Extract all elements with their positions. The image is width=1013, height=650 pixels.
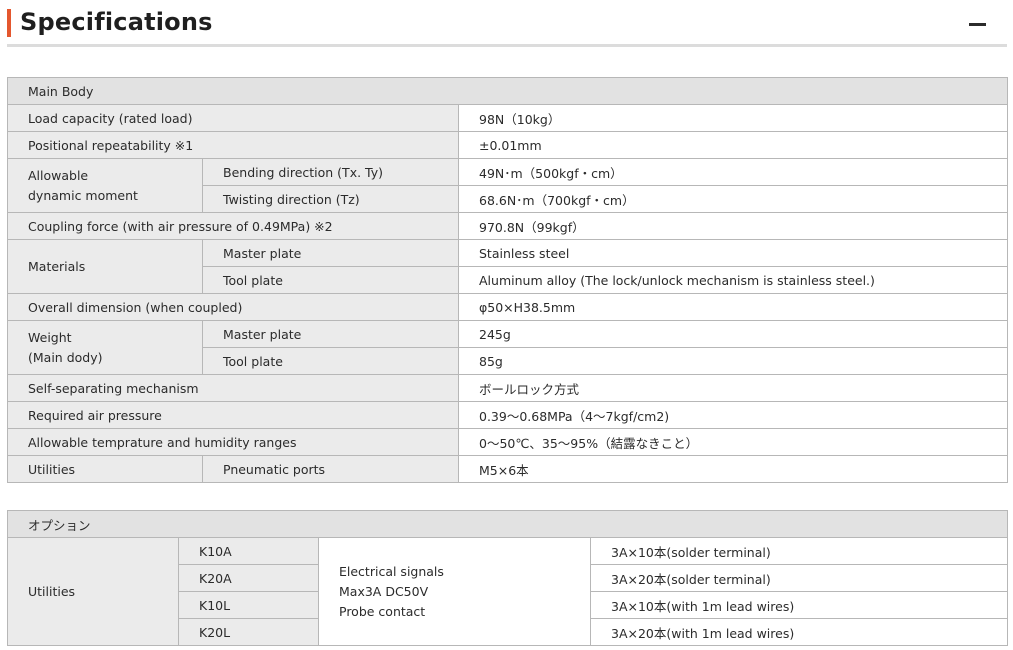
table-row: Materials Master plate Stainless steel [7,239,1009,294]
spec-label-repeatability: Positional repeatability ※1 [7,131,459,159]
signal-line2: Max3A DC50V [339,583,429,599]
spec-value-load-capacity: 98N（10kg） [457,104,1009,132]
spec-label-weight: Weight (Main dody) [7,320,203,375]
table-row: Allowable temprature and humidity ranges… [7,428,1009,456]
spec-label-coupling-force: Coupling force (with air pressure of 0.4… [7,212,459,240]
signal-line3: Probe contact [339,603,426,619]
spec-value-bending: 49N･m（500kgf・cm） [457,158,1009,186]
table-row: Self-separating mechanism ボールロック方式 [7,374,1009,402]
table-row: Utilities K10A Electrical signals Max3A … [7,537,1009,646]
spec-label-materials-master: Master plate [202,239,459,267]
page-title: Specifications [20,8,213,36]
option-model-k20l: K20L [178,618,319,646]
table-row: Main Body [6,77,1009,105]
spec-label-materials-tool: Tool plate [202,266,459,294]
option-model-k10l: K10L [178,591,319,619]
spec-label-weight-tool: Tool plate [202,347,459,375]
dynamic-moment-line2: dynamic moment [28,187,138,203]
spec-label-twisting: Twisting direction (Tz) [202,185,459,213]
spec-value-materials-master: Stainless steel [457,239,1009,267]
spec-value-air-pressure: 0.39～0.68MPa（4～7kgf/cm2) [457,401,1009,429]
spec-value-materials-tool: Aluminum alloy (The lock/unlock mechanis… [457,266,1009,294]
spec-label-self-separating: Self-separating mechanism [7,374,459,402]
table-row: Utilities Pneumatic ports M5×6本 [7,455,1009,483]
spec-value-weight-tool: 85g [457,347,1009,375]
dynamic-moment-line1: Allowable [28,167,89,183]
spec-value-overall-dimension: φ50×H38.5mm [457,293,1009,321]
section-header-options: オプション [6,510,1009,538]
option-value-k20a: 3A×20本(solder terminal) [589,564,1009,592]
spec-value-temp-humidity: 0～50℃、35～95%（結露なきこと） [457,428,1009,456]
specifications-header: Specifications [7,6,1007,44]
option-model-k20a: K20A [178,564,319,592]
table-row: Weight (Main dody) Master plate 245g [7,320,1009,375]
table-row: Positional repeatability ※1 ±0.01mm [7,131,1009,159]
options-spec-table: オプション Utilities K10A Electrical signals … [6,510,1009,646]
weight-line2: (Main dody) [28,349,103,365]
spec-value-coupling-force: 970.8N（99kgf） [457,212,1009,240]
title-accent-bar [7,9,11,37]
spec-value-self-separating: ボールロック方式 [457,374,1009,402]
spec-label-utilities: Utilities [7,455,203,483]
section-header-main-body: Main Body [6,77,1009,105]
spec-label-dynamic-moment: Allowable dynamic moment [7,158,203,213]
spec-label-overall-dimension: Overall dimension (when coupled) [7,293,459,321]
signal-line1: Electrical signals [339,563,444,579]
option-electrical-signals: Electrical signals Max3A DC50V Probe con… [318,537,591,646]
spec-value-pneumatic-ports: M5×6本 [457,455,1009,483]
spec-value-twisting: 68.6N･m（700kgf・cm） [457,185,1009,213]
spec-label-materials: Materials [7,239,203,294]
table-row: オプション [6,510,1009,538]
table-row: Load capacity (rated load) 98N（10kg） [7,104,1009,132]
option-label-utilities: Utilities [7,537,179,646]
spec-label-pneumatic-ports: Pneumatic ports [202,455,459,483]
table-row: Overall dimension (when coupled) φ50×H38… [7,293,1009,321]
table-row: Allowable dynamic moment Bending directi… [7,158,1009,213]
option-value-k10l: 3A×10本(with 1m lead wires) [589,591,1009,619]
spec-label-bending: Bending direction (Tx. Ty) [202,158,459,186]
minus-icon-bar [969,23,986,26]
table-row: Required air pressure 0.39～0.68MPa（4～7kg… [7,401,1009,429]
option-value-k20l: 3A×20本(with 1m lead wires) [589,618,1009,646]
option-model-k10a: K10A [178,537,319,565]
minus-icon[interactable] [968,16,988,32]
spec-label-weight-master: Master plate [202,320,459,348]
option-value-k10a: 3A×10本(solder terminal) [589,537,1009,565]
spec-label-air-pressure: Required air pressure [7,401,459,429]
spec-label-load-capacity: Load capacity (rated load) [7,104,459,132]
spec-value-repeatability: ±0.01mm [457,131,1009,159]
spec-label-temp-humidity: Allowable temprature and humidity ranges [7,428,459,456]
spec-value-weight-master: 245g [457,320,1009,348]
weight-line1: Weight [28,329,72,345]
main-body-spec-table: Main Body Load capacity (rated load) 98N… [6,77,1009,483]
table-row: Coupling force (with air pressure of 0.4… [7,212,1009,240]
header-divider [7,44,1007,47]
